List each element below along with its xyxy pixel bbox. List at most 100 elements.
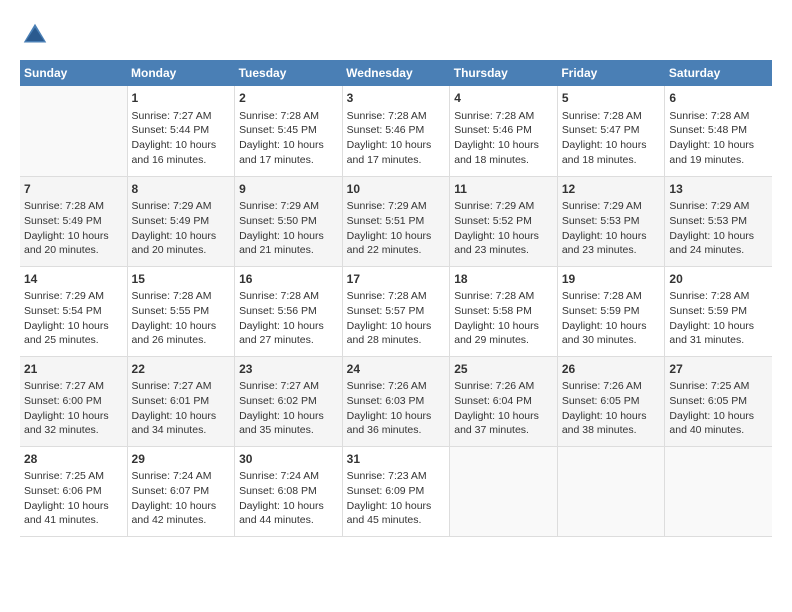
day-info: and 20 minutes. (24, 243, 123, 258)
day-info: Sunset: 6:04 PM (454, 394, 553, 409)
day-info: Sunrise: 7:28 AM (454, 109, 553, 124)
calendar-cell: 1Sunrise: 7:27 AMSunset: 5:44 PMDaylight… (127, 86, 235, 176)
calendar-cell: 26Sunrise: 7:26 AMSunset: 6:05 PMDayligh… (557, 356, 665, 446)
day-info: Sunrise: 7:29 AM (347, 199, 446, 214)
calendar-cell (665, 446, 772, 536)
day-header-saturday: Saturday (665, 60, 772, 86)
day-number: 3 (347, 90, 446, 107)
day-info: and 38 minutes. (562, 423, 661, 438)
day-info: and 17 minutes. (239, 153, 338, 168)
day-info: Daylight: 10 hours (562, 319, 661, 334)
day-info: and 24 minutes. (669, 243, 768, 258)
day-info: and 25 minutes. (24, 333, 123, 348)
day-info: Daylight: 10 hours (24, 499, 123, 514)
day-info: Sunset: 6:03 PM (347, 394, 446, 409)
day-info: and 21 minutes. (239, 243, 338, 258)
day-info: Daylight: 10 hours (132, 319, 231, 334)
day-info: Daylight: 10 hours (132, 499, 231, 514)
day-info: Daylight: 10 hours (239, 138, 338, 153)
day-number: 10 (347, 181, 446, 198)
calendar-cell: 17Sunrise: 7:28 AMSunset: 5:57 PMDayligh… (342, 266, 450, 356)
day-info: Sunset: 5:59 PM (669, 304, 768, 319)
day-info: Sunrise: 7:24 AM (132, 469, 231, 484)
day-info: Daylight: 10 hours (24, 229, 123, 244)
day-info: and 44 minutes. (239, 513, 338, 528)
day-info: and 20 minutes. (132, 243, 231, 258)
day-info: Sunset: 5:44 PM (132, 123, 231, 138)
day-number: 14 (24, 271, 123, 288)
calendar-cell: 23Sunrise: 7:27 AMSunset: 6:02 PMDayligh… (235, 356, 343, 446)
day-number: 11 (454, 181, 553, 198)
day-number: 31 (347, 451, 446, 468)
calendar-cell: 7Sunrise: 7:28 AMSunset: 5:49 PMDaylight… (20, 176, 127, 266)
day-number: 13 (669, 181, 768, 198)
day-info: and 45 minutes. (347, 513, 446, 528)
day-info: Sunset: 6:02 PM (239, 394, 338, 409)
day-info: and 34 minutes. (132, 423, 231, 438)
day-info: Daylight: 10 hours (454, 138, 553, 153)
day-number: 20 (669, 271, 768, 288)
calendar-cell: 11Sunrise: 7:29 AMSunset: 5:52 PMDayligh… (450, 176, 558, 266)
day-info: and 37 minutes. (454, 423, 553, 438)
day-info: Sunrise: 7:23 AM (347, 469, 446, 484)
day-header-monday: Monday (127, 60, 235, 86)
day-info: Daylight: 10 hours (239, 319, 338, 334)
day-info: and 32 minutes. (24, 423, 123, 438)
day-info: Sunset: 5:46 PM (347, 123, 446, 138)
day-number: 24 (347, 361, 446, 378)
day-info: Daylight: 10 hours (669, 319, 768, 334)
day-info: Sunrise: 7:29 AM (669, 199, 768, 214)
day-info: Sunset: 5:46 PM (454, 123, 553, 138)
day-info: Sunset: 5:48 PM (669, 123, 768, 138)
calendar-cell: 24Sunrise: 7:26 AMSunset: 6:03 PMDayligh… (342, 356, 450, 446)
day-info: and 36 minutes. (347, 423, 446, 438)
calendar-week-2: 7Sunrise: 7:28 AMSunset: 5:49 PMDaylight… (20, 176, 772, 266)
day-info: Sunrise: 7:28 AM (24, 199, 123, 214)
day-header-tuesday: Tuesday (235, 60, 343, 86)
calendar-cell: 20Sunrise: 7:28 AMSunset: 5:59 PMDayligh… (665, 266, 772, 356)
day-info: and 18 minutes. (562, 153, 661, 168)
logo-icon (20, 20, 50, 50)
calendar-cell: 25Sunrise: 7:26 AMSunset: 6:04 PMDayligh… (450, 356, 558, 446)
day-info: Sunrise: 7:28 AM (347, 109, 446, 124)
day-info: Sunrise: 7:25 AM (24, 469, 123, 484)
day-info: Sunrise: 7:27 AM (24, 379, 123, 394)
day-info: Sunset: 5:47 PM (562, 123, 661, 138)
day-number: 12 (562, 181, 661, 198)
day-info: Sunset: 5:45 PM (239, 123, 338, 138)
calendar-cell: 9Sunrise: 7:29 AMSunset: 5:50 PMDaylight… (235, 176, 343, 266)
day-info: Daylight: 10 hours (24, 319, 123, 334)
calendar-week-4: 21Sunrise: 7:27 AMSunset: 6:00 PMDayligh… (20, 356, 772, 446)
calendar-cell: 28Sunrise: 7:25 AMSunset: 6:06 PMDayligh… (20, 446, 127, 536)
day-number: 16 (239, 271, 338, 288)
day-number: 1 (132, 90, 231, 107)
day-info: Daylight: 10 hours (347, 138, 446, 153)
day-info: Daylight: 10 hours (347, 409, 446, 424)
day-info: Daylight: 10 hours (347, 499, 446, 514)
day-info: and 30 minutes. (562, 333, 661, 348)
day-info: Sunrise: 7:27 AM (132, 109, 231, 124)
day-info: Sunrise: 7:28 AM (454, 289, 553, 304)
day-number: 27 (669, 361, 768, 378)
day-info: Daylight: 10 hours (347, 229, 446, 244)
day-info: and 41 minutes. (24, 513, 123, 528)
day-info: Sunrise: 7:29 AM (24, 289, 123, 304)
calendar-cell: 8Sunrise: 7:29 AMSunset: 5:49 PMDaylight… (127, 176, 235, 266)
day-number: 23 (239, 361, 338, 378)
day-info: Sunrise: 7:29 AM (562, 199, 661, 214)
day-info: Sunrise: 7:28 AM (239, 109, 338, 124)
day-info: Sunset: 6:06 PM (24, 484, 123, 499)
day-number: 5 (562, 90, 661, 107)
calendar-cell: 12Sunrise: 7:29 AMSunset: 5:53 PMDayligh… (557, 176, 665, 266)
day-info: Daylight: 10 hours (239, 499, 338, 514)
day-info: Sunrise: 7:28 AM (239, 289, 338, 304)
day-info: Sunset: 5:51 PM (347, 214, 446, 229)
day-info: Sunrise: 7:29 AM (454, 199, 553, 214)
calendar-cell (20, 86, 127, 176)
header (20, 20, 772, 50)
day-info: and 28 minutes. (347, 333, 446, 348)
calendar-cell: 18Sunrise: 7:28 AMSunset: 5:58 PMDayligh… (450, 266, 558, 356)
day-info: Daylight: 10 hours (132, 229, 231, 244)
day-info: Sunset: 6:05 PM (562, 394, 661, 409)
calendar-cell (450, 446, 558, 536)
